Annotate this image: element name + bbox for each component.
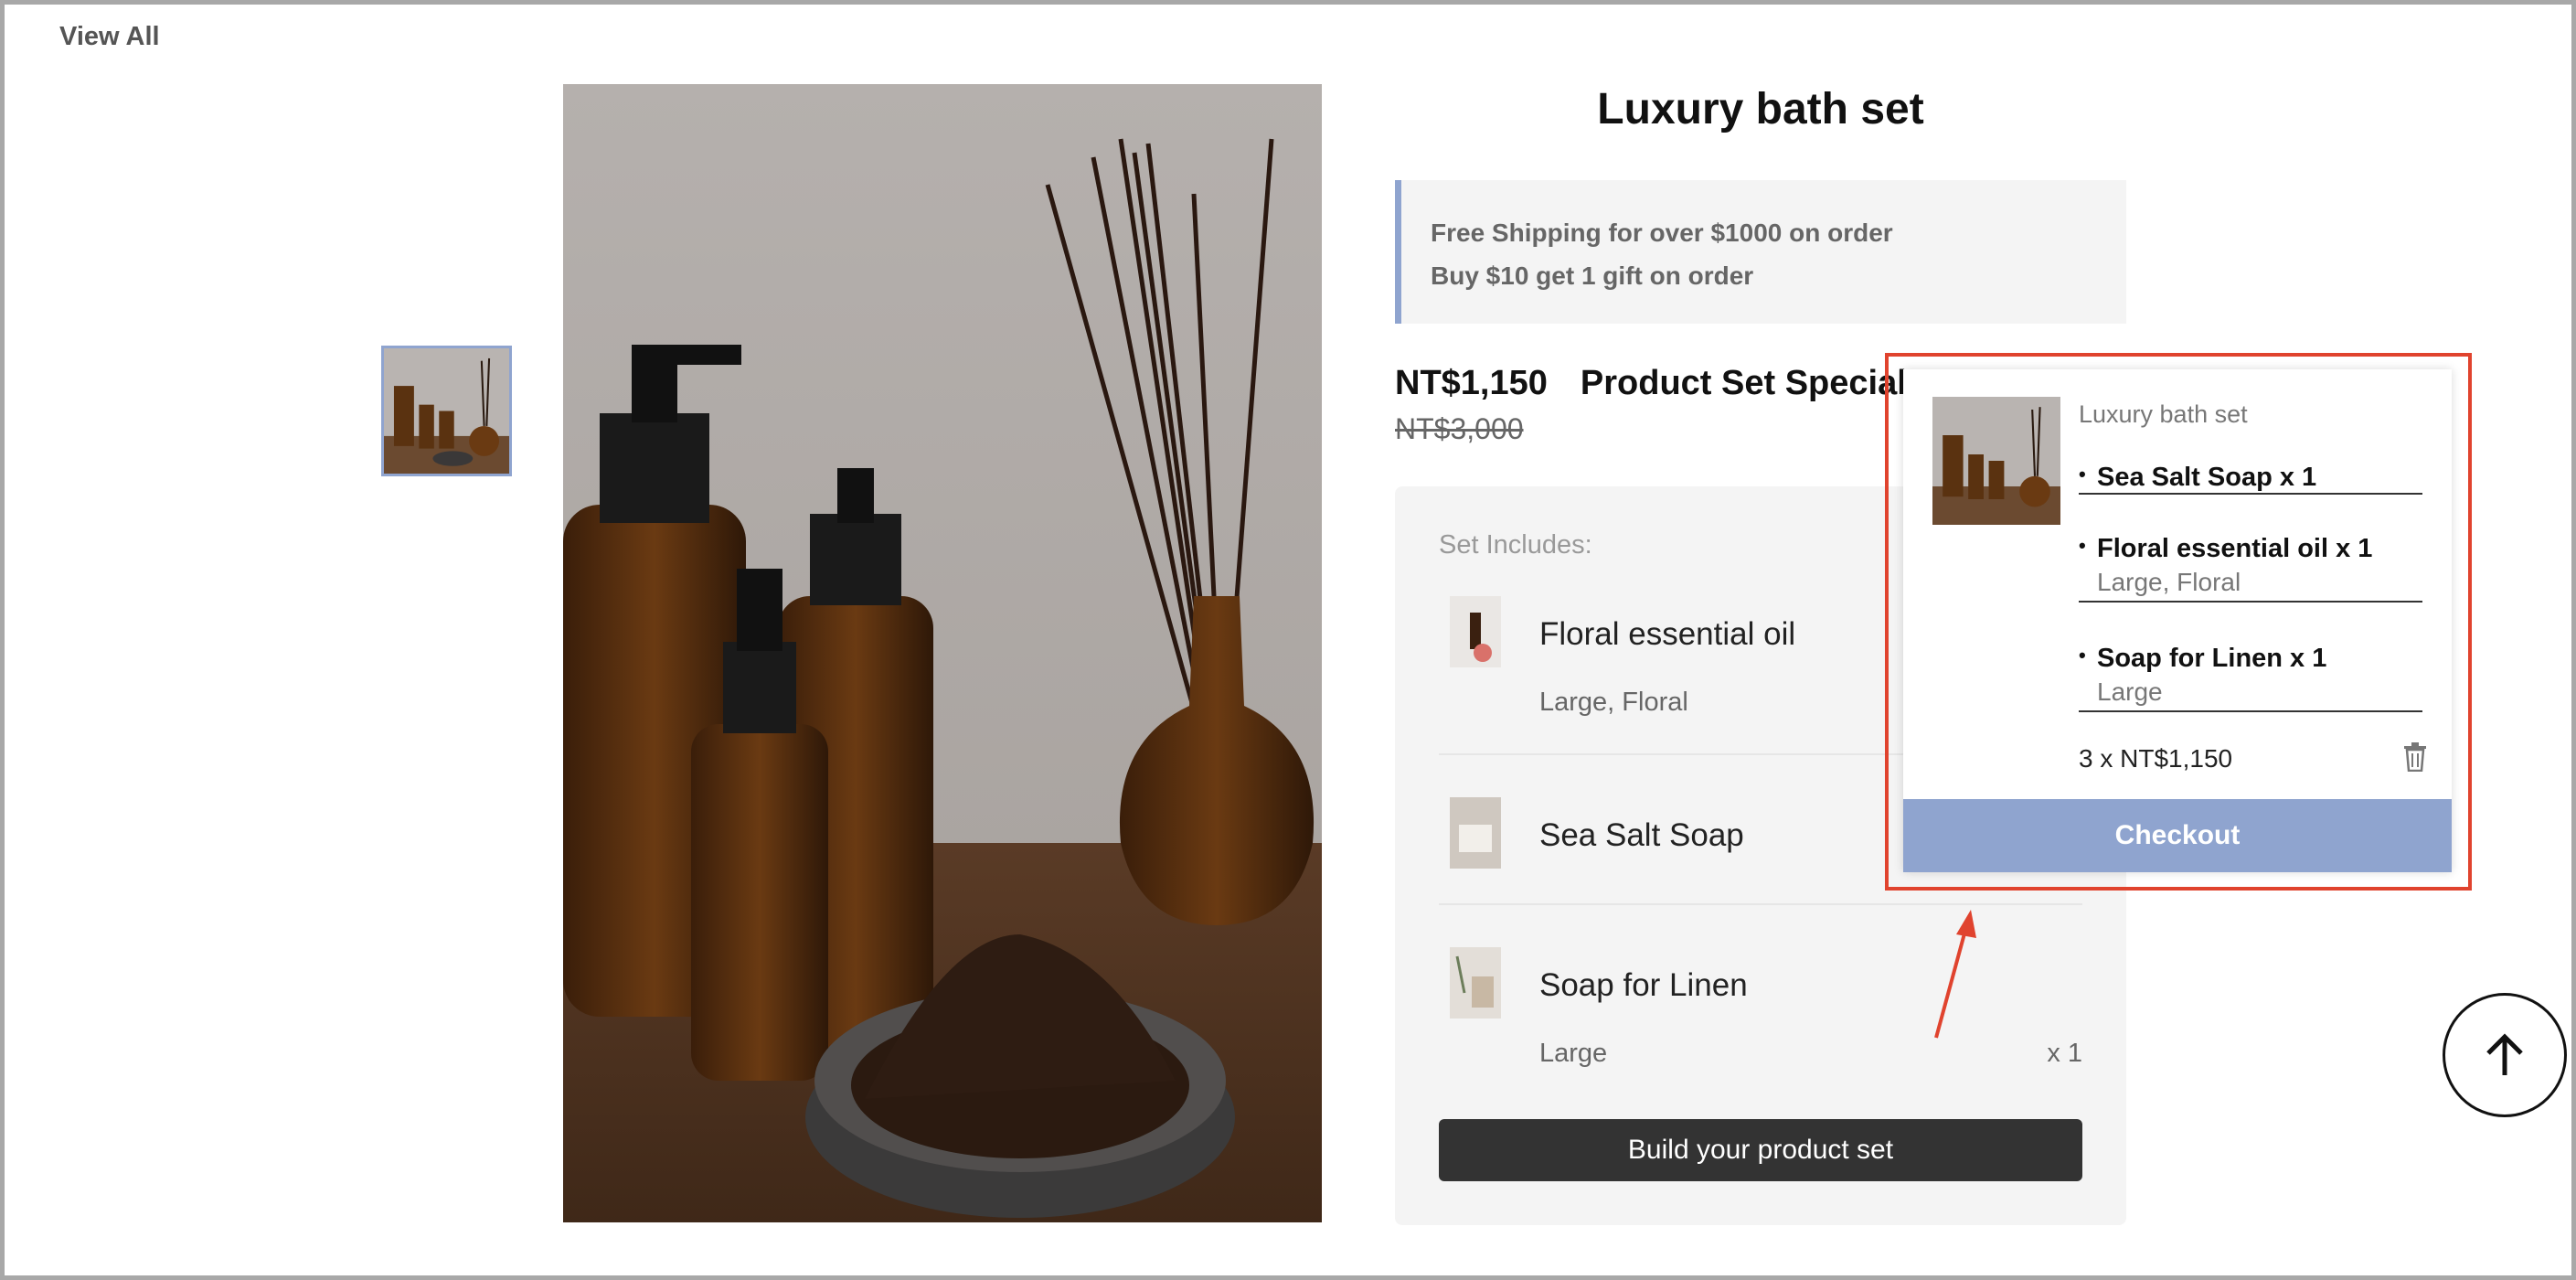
cart-item-soap-for-linen: Soap for Linen x 1 Large xyxy=(2079,644,2422,712)
set-item-variant: Large xyxy=(1539,1039,1608,1068)
checkout-button[interactable]: Checkout xyxy=(1903,799,2452,872)
promo-line-gift: Buy $10 get 1 gift on order xyxy=(1431,261,1754,290)
set-item-variant: Large, Floral xyxy=(1539,688,1688,717)
promo-banner: Free Shipping for over $1000 on order Bu… xyxy=(1395,180,2126,324)
cart-item-floral-oil: Floral essential oil x 1 Large, Floral xyxy=(2079,534,2422,603)
cart-item-sea-salt-soap: Sea Salt Soap x 1 xyxy=(2079,463,2422,495)
set-item-name: Floral essential oil xyxy=(1539,616,1796,652)
product-main-image xyxy=(563,84,1322,1222)
arrow-up-icon xyxy=(2486,1033,2523,1075)
set-item-name: Sea Salt Soap xyxy=(1539,817,1744,853)
cart-item-name: Floral essential oil x 1 xyxy=(2079,534,2422,564)
set-item-quantity: x 1 xyxy=(2047,1039,2082,1068)
cart-popup: Luxury bath set Sea Salt Soap x 1 Floral… xyxy=(1903,369,2452,872)
cart-popup-title: Luxury bath set xyxy=(2079,400,2248,428)
cart-item-image xyxy=(1932,397,2060,525)
cart-item-name: Sea Salt Soap x 1 xyxy=(2079,463,2422,493)
sea-salt-soap-thumbnail xyxy=(1450,797,1501,869)
build-product-set-button[interactable]: Build your product set xyxy=(1439,1119,2082,1181)
price-row: NT$1,150 Product Set Special xyxy=(1395,364,1907,403)
set-item-name: Soap for Linen xyxy=(1539,967,1748,1003)
annotation-arrow xyxy=(1934,910,1976,1039)
special-label: Product Set Special xyxy=(1580,364,1907,402)
floral-oil-thumbnail xyxy=(1450,596,1501,667)
soap-for-linen-thumbnail xyxy=(1450,947,1501,1019)
promo-line-shipping: Free Shipping for over $1000 on order xyxy=(1431,219,1893,247)
view-all-link[interactable]: View All xyxy=(59,22,160,52)
current-price: NT$1,150 xyxy=(1395,364,1548,402)
cart-item-variant: Large, Floral xyxy=(2097,568,2241,596)
original-price: NT$3,000 xyxy=(1395,412,1524,445)
product-title: Luxury bath set xyxy=(1597,85,1924,133)
product-thumbnail[interactable] xyxy=(381,346,512,476)
set-includes-label: Set Includes: xyxy=(1439,530,1592,560)
scroll-to-top-button[interactable] xyxy=(2443,993,2567,1117)
cart-item-name: Soap for Linen x 1 xyxy=(2079,644,2422,674)
cart-item-variant: Large xyxy=(2097,677,2163,706)
trash-icon[interactable] xyxy=(2402,742,2428,773)
cart-total: 3 x NT$1,150 xyxy=(2079,744,2233,773)
